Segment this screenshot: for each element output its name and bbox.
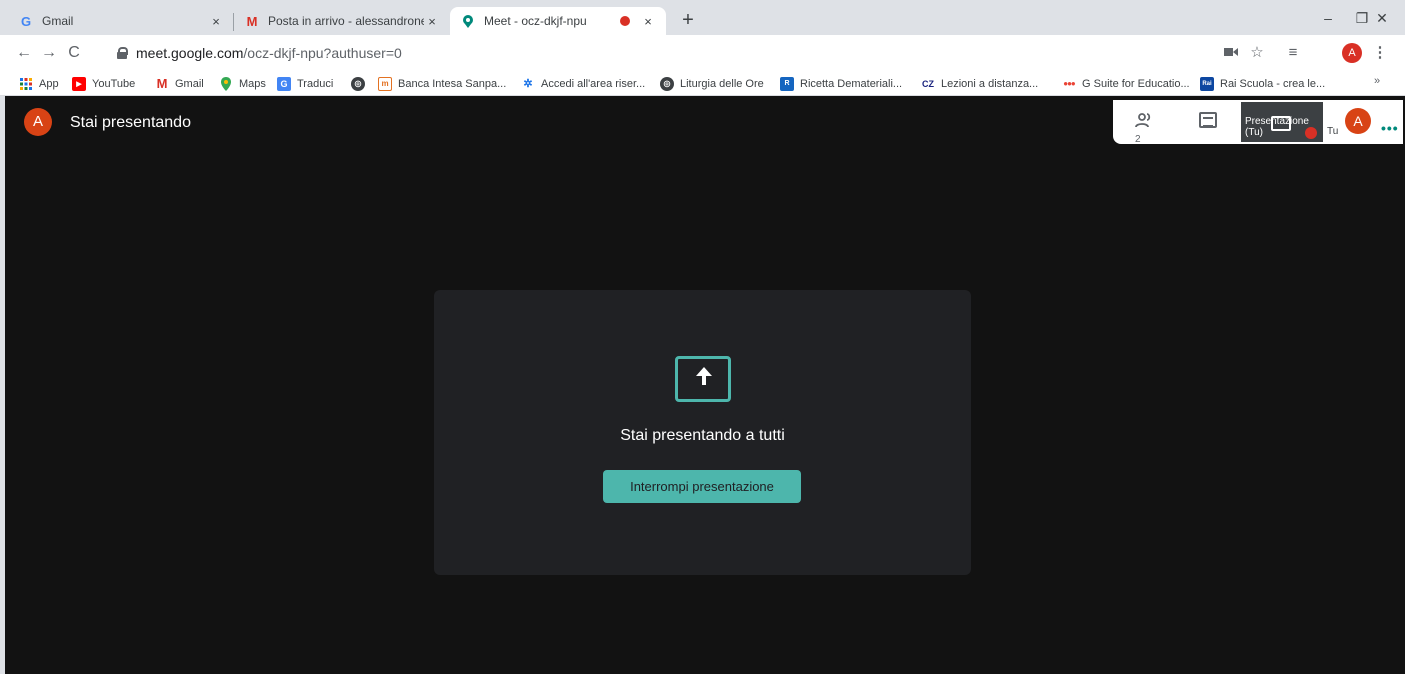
bookmark-label: Ricetta Demateriali... — [800, 77, 903, 90]
bookmark-accedi[interactable]: ✲ Accedi all'area riser... — [521, 75, 645, 92]
globe-icon: ◎ — [351, 76, 365, 91]
presenter-avatar: A — [24, 108, 52, 136]
youtube-icon: ▶ — [72, 76, 86, 91]
star-cluster-icon: ✲ — [523, 78, 533, 90]
bookmark-intesa[interactable]: m Banca Intesa Sanpa... — [378, 75, 506, 92]
gmail-m-icon: M — [246, 13, 258, 29]
bookmark-star-icon[interactable]: ☆ — [1245, 41, 1269, 65]
lock-icon[interactable] — [116, 47, 128, 59]
bookmark-label: Maps — [239, 77, 266, 90]
bookmark-label: G Suite for Educatio... — [1082, 77, 1190, 90]
mic-muted-icon — [1305, 127, 1317, 139]
forward-button[interactable]: → — [37, 41, 61, 65]
intesa-icon: m — [378, 76, 392, 91]
globe-icon: ◎ — [660, 76, 674, 91]
gmail-m-icon: M — [156, 76, 168, 91]
tab-gmail[interactable]: G Gmail × — [8, 7, 234, 35]
bookmark-gmail[interactable]: M Gmail — [155, 75, 204, 92]
bookmarks-bar: App ▶ YouTube M Gmail Maps G Traduci ◎ m… — [0, 71, 1405, 96]
self-label: Tu — [1327, 126, 1339, 137]
bookmark-rai[interactable]: Rai Rai Scuola - crea le... — [1200, 75, 1325, 92]
chrome-menu-icon[interactable]: ⋮ — [1368, 41, 1392, 65]
present-screen-icon — [1271, 116, 1291, 131]
reload-button[interactable]: C — [62, 41, 86, 65]
google-g-icon: G — [20, 13, 32, 29]
present-to-all-icon — [675, 356, 731, 402]
tab-title: Gmail — [42, 14, 74, 28]
tab-title: Meet - ocz-dkjf-npu — [484, 14, 587, 28]
participants-button[interactable]: 2 — [1135, 112, 1165, 145]
profile-avatar[interactable]: A — [1342, 43, 1362, 63]
translate-icon: G — [277, 76, 291, 91]
bookmark-maps[interactable]: Maps — [219, 75, 266, 92]
bookmark-label: Gmail — [175, 77, 204, 90]
bookmark-label: Lezioni a distanza... — [941, 77, 1039, 90]
bookmark-traduci[interactable]: G Traduci — [277, 75, 333, 92]
chat-icon[interactable] — [1199, 112, 1217, 128]
participants-count: 2 — [1135, 134, 1141, 145]
close-window-button[interactable]: ✕ — [1359, 7, 1405, 29]
apps-grid-icon — [19, 77, 33, 91]
address-bar[interactable]: meet.google.com /ocz-dkjf-npu?authuser=0 — [100, 39, 1240, 67]
gsuite-icon: ●●● — [1063, 79, 1076, 88]
media-control-icon[interactable]: ≡ — [1281, 41, 1305, 65]
tab-strip: G Gmail × M Posta in arrivo - alessandro… — [0, 0, 1405, 35]
presenting-card: Stai presentando a tutti Interrompi pres… — [434, 290, 971, 575]
people-icon — [1135, 112, 1155, 132]
tab-meet[interactable]: Meet - ocz-dkjf-npu × — [450, 7, 666, 35]
close-tab-icon[interactable]: × — [424, 14, 440, 29]
browser-toolbar: ← → C meet.google.com /ocz-dkjf-npu?auth… — [0, 35, 1405, 71]
bookmark-globe[interactable]: ◎ — [351, 75, 371, 92]
url-path: /ocz-dkjf-npu?authuser=0 — [243, 45, 402, 61]
url-host: meet.google.com — [136, 45, 244, 61]
bookmark-label: Rai Scuola - crea le... — [1220, 77, 1326, 90]
bookmark-app[interactable]: App — [19, 75, 59, 92]
meet-icon — [460, 13, 476, 29]
bookmark-label: Liturgia delle Ore — [680, 77, 764, 90]
camera-in-use-icon[interactable] — [1219, 41, 1243, 65]
bookmark-label: App — [39, 77, 59, 90]
tab-posta[interactable]: M Posta in arrivo - alessandronenci × — [234, 7, 450, 35]
self-avatar[interactable]: A — [1345, 108, 1371, 134]
close-tab-icon[interactable]: × — [640, 14, 656, 29]
bookmarks-overflow-button[interactable]: » — [1374, 75, 1380, 87]
cz-icon: CZ — [922, 78, 934, 89]
close-tab-icon[interactable]: × — [208, 14, 224, 29]
meet-stage: A Stai presentando 2 Presentazione (Tu) … — [5, 96, 1405, 674]
bookmark-lezioni[interactable]: CZ Lezioni a distanza... — [921, 75, 1038, 92]
stop-presenting-button[interactable]: Interrompi presentazione — [603, 470, 801, 503]
meet-top-panel: 2 Presentazione (Tu) Tu A ••• — [1113, 100, 1403, 145]
presentation-thumbnail[interactable]: Presentazione (Tu) — [1241, 102, 1323, 142]
presenting-status: Stai presentando — [70, 114, 191, 131]
tab-title: Posta in arrivo - alessandronenci — [268, 14, 424, 28]
bookmark-label: YouTube — [92, 77, 136, 90]
ricetta-icon: R — [780, 76, 794, 91]
bookmark-label: Accedi all'area riser... — [541, 77, 646, 90]
presenting-title: Stai presentando a tutti — [620, 427, 785, 444]
bookmark-label: Banca Intesa Sanpa... — [398, 77, 507, 90]
new-tab-button[interactable]: + — [676, 9, 700, 33]
bookmark-ricetta[interactable]: R Ricetta Demateriali... — [780, 75, 902, 92]
maps-pin-icon — [219, 76, 233, 91]
more-options-icon[interactable]: ••• — [1381, 120, 1399, 136]
back-button[interactable]: ← — [12, 41, 36, 65]
bookmark-label: Traduci — [297, 77, 334, 90]
bookmark-youtube[interactable]: ▶ YouTube — [72, 75, 135, 92]
bookmark-liturgia[interactable]: ◎ Liturgia delle Ore — [660, 75, 764, 92]
rai-icon: Rai — [1200, 76, 1214, 91]
recording-icon — [620, 16, 630, 26]
bookmark-gsuite[interactable]: ●●● G Suite for Educatio... — [1062, 75, 1190, 92]
